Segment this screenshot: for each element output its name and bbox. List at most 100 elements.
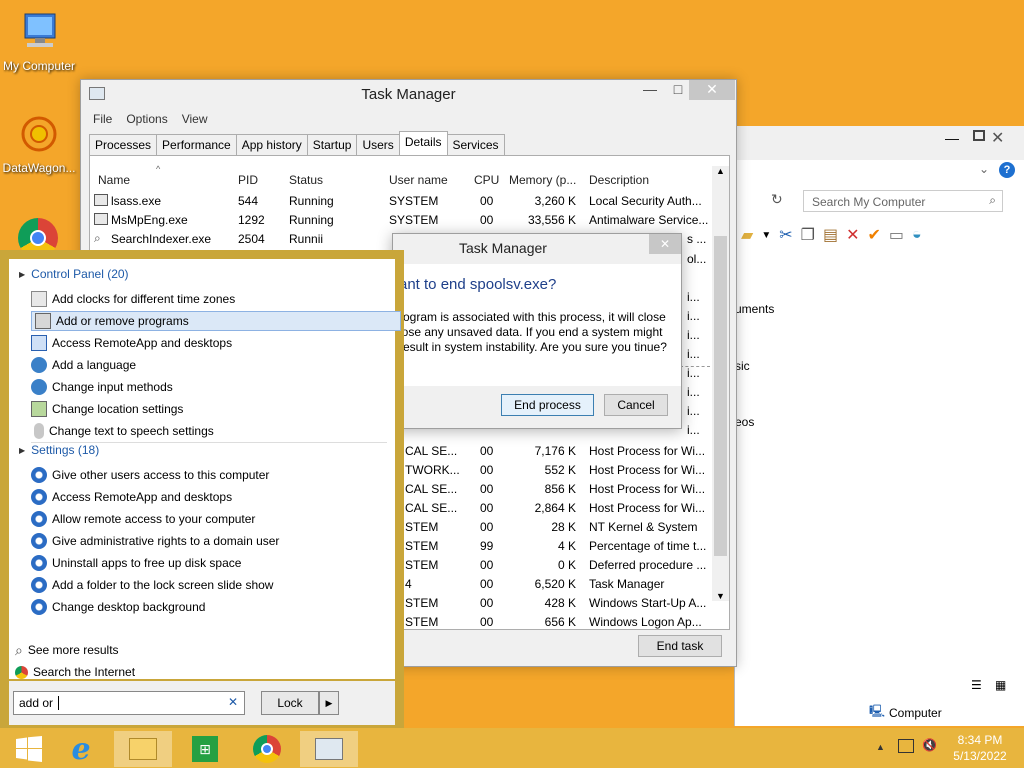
tab-startup[interactable]: Startup — [306, 134, 358, 155]
lock-button[interactable]: Lock — [261, 691, 319, 715]
search-result-item-selected[interactable]: Add or remove programs — [31, 311, 401, 331]
task-manager-taskbar-icon[interactable] — [300, 731, 358, 767]
column-header-pid[interactable]: PID — [238, 173, 258, 187]
desktop-icon-my-computer[interactable]: My Computer — [0, 10, 78, 73]
desktop-icon-datawagon[interactable]: DataWagon... — [0, 112, 78, 175]
search-result-item[interactable]: Give administrative rights to a domain u… — [31, 531, 279, 551]
network-icon[interactable] — [898, 739, 914, 753]
search-result-item[interactable]: Change text to speech settings — [31, 421, 214, 441]
folder-icon[interactable]: ▰ — [741, 225, 753, 245]
group-settings[interactable]: ▶ Settings (18) — [19, 443, 99, 457]
clear-icon[interactable]: ✕ — [228, 695, 238, 709]
search-result-item[interactable]: Give other users access to this computer — [31, 465, 269, 485]
clock[interactable]: 8:34 PM 5/13/2022 — [950, 732, 1010, 764]
cell-name: SearchIndexer.exe — [111, 232, 212, 246]
search-result-item[interactable]: Change desktop background — [31, 597, 205, 617]
cell-user: STEM — [405, 520, 439, 534]
vertical-scrollbar[interactable]: ▲ ▼ — [712, 166, 729, 601]
tab-app-history[interactable]: App history — [235, 134, 308, 155]
search-input[interactable]: Search My Computer ⌕ — [803, 190, 1003, 212]
tab-performance[interactable]: Performance — [156, 134, 237, 155]
chevron-down-icon[interactable]: ⌄ — [979, 162, 989, 176]
show-hidden-icons[interactable]: ▲ — [876, 742, 885, 752]
column-header-user[interactable]: User name — [389, 173, 448, 187]
delete-icon[interactable]: ✕ — [846, 225, 859, 245]
menu-options[interactable]: Options — [126, 112, 167, 126]
scroll-down-icon[interactable]: ▼ — [716, 591, 725, 601]
cell-description: Windows Start-Up A... — [589, 596, 707, 610]
tab-details[interactable]: Details — [398, 131, 448, 155]
search-result-item[interactable]: Add a language — [31, 355, 136, 375]
chrome-icon[interactable] — [238, 731, 296, 767]
cell-description: i... — [687, 404, 700, 418]
column-header-description[interactable]: Description — [589, 173, 649, 187]
volume-muted-icon[interactable]: 🔇 — [922, 738, 937, 752]
search-input[interactable]: add or ✕ — [13, 691, 245, 715]
menu-file[interactable]: File — [93, 112, 112, 126]
internet-explorer-icon[interactable]: e — [52, 731, 110, 767]
maximize-button[interactable] — [973, 130, 985, 141]
tab-users[interactable]: Users — [356, 134, 400, 155]
cell-memory: 656 K — [544, 615, 576, 629]
scroll-up-icon[interactable]: ▲ — [716, 166, 725, 176]
tab-services[interactable]: Services — [446, 134, 505, 155]
table-row[interactable]: MsMpEng.exe 1292 Running SYSTEM 00 33,55… — [90, 211, 710, 230]
minimize-button[interactable]: — — [637, 80, 663, 100]
menu-view[interactable]: View — [182, 112, 208, 126]
column-header-cpu[interactable]: CPU — [474, 173, 499, 187]
large-icons-view-icon[interactable]: ▦ — [995, 678, 1006, 692]
file-explorer-icon[interactable] — [114, 731, 172, 767]
list-item[interactable]: sic — [735, 359, 750, 373]
paste-icon[interactable]: ▤ — [823, 225, 838, 245]
cut-icon[interactable]: ✂ — [779, 225, 792, 245]
cell-name: MsMpEng.exe — [111, 213, 188, 227]
see-more-results[interactable]: ⌕ See more results — [15, 640, 119, 660]
list-item[interactable]: eos — [735, 415, 754, 429]
shell-icon[interactable]: ◒ — [912, 226, 922, 244]
group-control-panel[interactable]: ▶ Control Panel (20) — [19, 267, 129, 281]
column-header-status[interactable]: Status — [289, 173, 323, 187]
close-button[interactable]: ✕ — [991, 128, 1004, 148]
maximize-button[interactable]: □ — [665, 80, 691, 100]
details-view-icon[interactable]: ☰ — [971, 678, 982, 692]
search-result-item[interactable]: Change location settings — [31, 399, 183, 419]
rename-icon[interactable]: ▭ — [889, 225, 904, 245]
computer-icon — [24, 13, 56, 47]
store-icon[interactable]: ⊞ — [176, 731, 234, 767]
end-process-button[interactable]: End process — [501, 394, 594, 416]
table-row[interactable]: lsass.exe 544 Running SYSTEM 00 3,260 K … — [90, 192, 710, 211]
result-label: Add or remove programs — [56, 314, 189, 328]
search-result-item[interactable]: Change input methods — [31, 377, 173, 397]
close-button[interactable]: ✕ — [649, 234, 681, 254]
tab-processes[interactable]: Processes — [89, 134, 158, 155]
search-bar: add or ✕ Lock ▶ — [9, 681, 395, 725]
cell-memory: 28 K — [551, 520, 576, 534]
clock-date: 5/13/2022 — [953, 749, 1007, 763]
copy-icon[interactable]: ❐ — [801, 225, 815, 245]
search-internet-label: Search the Internet — [33, 665, 136, 679]
refresh-icon[interactable]: ↻ — [771, 191, 783, 208]
help-icon[interactable]: ? — [999, 162, 1015, 178]
end-task-button[interactable]: End task — [638, 635, 722, 657]
column-header-name[interactable]: Name — [98, 173, 130, 187]
minimize-button[interactable]: — — [945, 130, 959, 146]
search-placeholder: Search My Computer — [812, 195, 926, 209]
cancel-button[interactable]: Cancel — [604, 394, 668, 416]
start-button[interactable] — [0, 731, 58, 767]
checkmark-icon[interactable]: ✔ — [868, 225, 881, 245]
column-header-memory[interactable]: Memory (p... — [509, 173, 576, 187]
search-result-item[interactable]: Add a folder to the lock screen slide sh… — [31, 575, 273, 595]
lock-options-arrow[interactable]: ▶ — [319, 691, 339, 715]
result-label: Add clocks for different time zones — [52, 292, 236, 306]
search-internet[interactable]: Search the Internet — [15, 662, 135, 682]
close-button[interactable]: ✕ — [689, 80, 735, 100]
search-result-item[interactable]: Allow remote access to your computer — [31, 509, 255, 529]
dropdown-icon[interactable]: ▼ — [761, 230, 771, 241]
scroll-thumb[interactable] — [714, 236, 727, 556]
search-result-item[interactable]: Access RemoteApp and desktops — [31, 333, 232, 353]
cell-memory: 2,864 K — [534, 501, 576, 515]
list-item[interactable]: uments — [735, 302, 774, 316]
search-result-item[interactable]: Uninstall apps to free up disk space — [31, 553, 241, 573]
search-result-item[interactable]: Access RemoteApp and desktops — [31, 487, 232, 507]
search-result-item[interactable]: Add clocks for different time zones — [31, 289, 235, 309]
